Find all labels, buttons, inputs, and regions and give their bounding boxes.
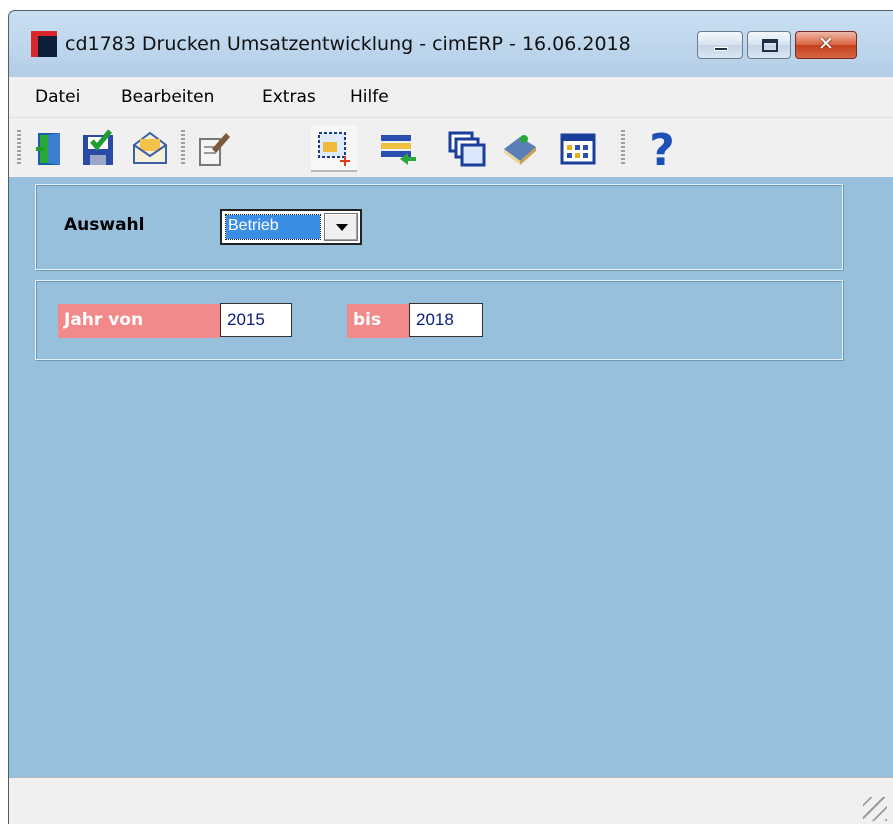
status-bar <box>9 777 893 824</box>
grid-view-icon <box>560 133 596 165</box>
menu-bar: Datei Bearbeiten Extras Hilfe <box>9 77 893 117</box>
auswahl-label: Auswahl <box>64 215 145 235</box>
windows-icon <box>448 131 486 167</box>
menu-extras[interactable]: Extras <box>262 87 316 107</box>
exit-button[interactable] <box>27 126 73 172</box>
book-button[interactable] <box>497 126 543 172</box>
close-icon: ✕ <box>818 33 834 55</box>
save-button[interactable] <box>75 126 121 172</box>
book-icon <box>504 135 536 165</box>
new-selection-button[interactable] <box>311 126 357 172</box>
jahr-von-label: Jahr von <box>58 304 220 338</box>
menu-datei[interactable]: Datei <box>35 87 80 107</box>
menu-hilfe[interactable]: Hilfe <box>350 87 389 107</box>
toolbar: ? <box>9 117 893 177</box>
jahr-von-input[interactable]: 2015 <box>220 303 292 337</box>
exit-door-icon <box>36 133 60 165</box>
menu-bearbeiten[interactable]: Bearbeiten <box>121 87 214 107</box>
minimize-icon <box>714 47 728 51</box>
close-button[interactable]: ✕ <box>795 31 857 59</box>
maximize-icon <box>762 39 778 52</box>
help-button[interactable]: ? <box>639 126 685 172</box>
app-window: cd1783 Drucken Umsatzentwicklung - cimER… <box>8 10 893 824</box>
new-selection-icon <box>318 132 350 166</box>
toolbar-separator <box>181 130 185 166</box>
mail-icon <box>133 131 167 164</box>
svg-text:?: ? <box>649 127 675 171</box>
jahr-bis-input[interactable]: 2018 <box>409 303 483 337</box>
toolbar-grip[interactable] <box>17 130 21 166</box>
app-logo-icon[interactable] <box>31 31 57 57</box>
windows-button[interactable] <box>443 126 489 172</box>
minimize-button[interactable] <box>697 31 743 59</box>
selection-group: Auswahl Betrieb <box>35 184 843 270</box>
import-list-button[interactable] <box>375 126 421 172</box>
form-area: Auswahl Betrieb Jahr von 2015 bis 2018 <box>9 177 893 787</box>
mail-button[interactable] <box>127 126 173 172</box>
resize-grip-icon[interactable] <box>863 797 887 821</box>
help-icon: ? <box>649 127 675 171</box>
save-icon <box>83 129 113 165</box>
dropdown-button[interactable] <box>324 213 358 241</box>
grid-view-button[interactable] <box>555 126 601 172</box>
year-range-group: Jahr von 2015 bis 2018 <box>35 280 843 360</box>
bis-label: bis <box>347 304 409 338</box>
edit-form-button[interactable] <box>191 126 237 172</box>
auswahl-dropdown[interactable]: Betrieb <box>220 209 362 245</box>
edit-form-icon <box>199 133 230 166</box>
title-bar[interactable]: cd1783 Drucken Umsatzentwicklung - cimER… <box>9 11 893 77</box>
auswahl-selected-value: Betrieb <box>225 214 321 240</box>
maximize-button[interactable] <box>747 31 791 59</box>
toolbar-separator <box>621 130 625 166</box>
import-list-icon <box>381 135 416 165</box>
window-title: cd1783 Drucken Umsatzentwicklung - cimER… <box>65 33 631 55</box>
chevron-down-icon <box>336 224 348 231</box>
